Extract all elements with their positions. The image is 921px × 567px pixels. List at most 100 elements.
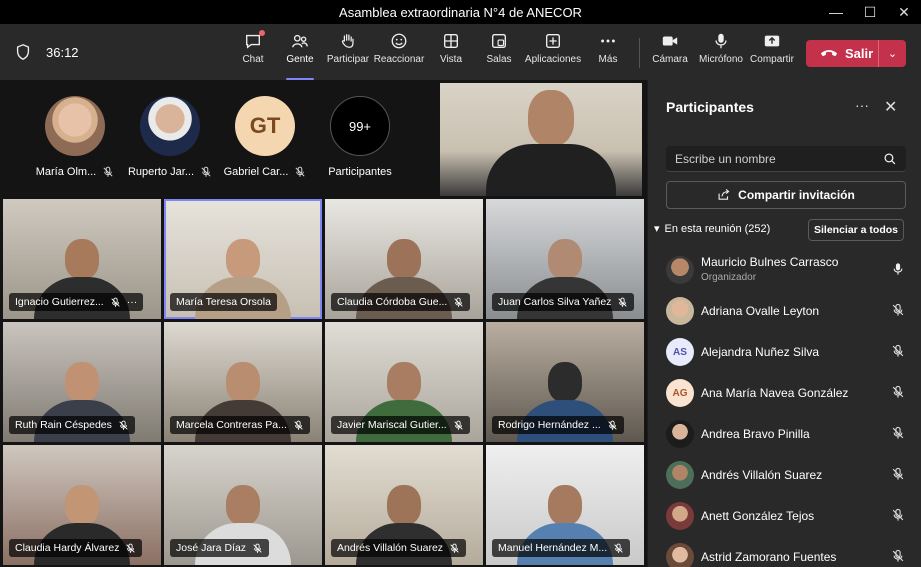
microphone-button[interactable]: Micrófono xyxy=(698,32,744,74)
grid-view-icon xyxy=(442,32,460,50)
leave-button[interactable]: Salir xyxy=(806,46,878,61)
panel-title: Participantes xyxy=(666,99,754,115)
share-invite-button[interactable]: Compartir invitación xyxy=(666,181,906,209)
camera-icon xyxy=(661,32,679,50)
avatar-initials: AS xyxy=(666,338,694,366)
tile-more-icon[interactable]: ··· xyxy=(127,296,138,308)
leave-label: Salir xyxy=(845,46,874,61)
hang-up-icon xyxy=(820,48,838,59)
raise-hand-icon xyxy=(339,32,357,50)
participant-row[interactable]: Andrés Villalón Suarez xyxy=(648,455,921,495)
participant-row[interactable]: Anett González Tejos xyxy=(648,496,921,536)
mic-off-icon xyxy=(613,543,624,554)
mic-off-icon[interactable] xyxy=(891,303,905,317)
apps-button[interactable]: Aplicaciones xyxy=(525,32,581,74)
avatar-row: María Olm... Ruperto Jar... GT Gabriel C… xyxy=(0,80,438,196)
meeting-toolbar: 36:12 Chat Gente Participar Reaccionar V… xyxy=(0,24,921,80)
avatar xyxy=(666,502,694,530)
search-icon[interactable] xyxy=(883,152,897,166)
avatar xyxy=(666,256,694,284)
camera-button[interactable]: Cámara xyxy=(652,32,688,74)
video-tile[interactable]: José Jara Díaz xyxy=(164,445,322,565)
title-bar: Asamblea extraordinaria N°4 de ANECOR — … xyxy=(0,0,921,24)
avatar xyxy=(666,543,694,567)
participant-avatar[interactable]: Ruperto Jar... xyxy=(125,96,215,178)
video-tile[interactable]: Juan Carlos Silva Yañez xyxy=(486,199,644,319)
share-screen-button[interactable]: Compartir xyxy=(750,32,794,74)
react-button[interactable]: Reaccionar xyxy=(374,32,424,74)
mic-on-icon[interactable] xyxy=(891,262,905,276)
minimize-button[interactable]: — xyxy=(819,0,853,24)
chat-icon xyxy=(244,30,265,50)
meeting-stage: María Olm... Ruperto Jar... GT Gabriel C… xyxy=(0,80,647,567)
avatar xyxy=(45,96,105,156)
mic-off-icon[interactable] xyxy=(891,549,905,563)
video-tile[interactable]: Ignacio Gutierrez... ··· xyxy=(3,199,161,319)
caret-down-icon: ▾ xyxy=(654,223,660,235)
panel-more-icon[interactable]: ··· xyxy=(855,97,869,113)
mute-all-button[interactable]: Silenciar a todos xyxy=(808,219,904,241)
avatar xyxy=(666,461,694,489)
panel-close-icon[interactable]: ✕ xyxy=(884,97,897,117)
raise-hand-button[interactable]: Participar xyxy=(327,32,369,74)
mic-off-icon xyxy=(449,543,460,554)
breakout-rooms-button[interactable]: Salas xyxy=(486,32,512,74)
view-button[interactable]: Vista xyxy=(437,32,465,74)
participant-avatar[interactable]: GT Gabriel Car... xyxy=(220,96,310,178)
mic-off-icon[interactable] xyxy=(891,344,905,358)
video-tile[interactable]: Manuel Hernández M... xyxy=(486,445,644,565)
mic-off-icon xyxy=(607,420,618,431)
window-controls: — ☐ ✕ xyxy=(819,0,921,24)
video-tile[interactable]: María Teresa Orsola xyxy=(164,199,322,319)
participant-row[interactable]: Mauricio Bulnes Carrasco Organizador xyxy=(648,250,921,290)
video-tile[interactable]: Javier Mariscal Gutier... xyxy=(325,322,483,442)
participant-count: 99+ xyxy=(330,96,390,156)
window-title: Asamblea extraordinaria N°4 de ANECOR xyxy=(339,4,582,20)
leave-options-chevron-icon[interactable]: ⌄ xyxy=(879,47,906,60)
avatar-initials: GT xyxy=(235,96,295,156)
mic-off-icon xyxy=(102,166,114,178)
featured-video[interactable] xyxy=(440,83,642,196)
participant-row[interactable]: Andrea Bravo Pinilla xyxy=(648,414,921,454)
breakout-rooms-icon xyxy=(490,32,508,50)
share-screen-icon xyxy=(763,32,781,50)
microphone-icon xyxy=(712,32,730,50)
shield-icon xyxy=(14,43,32,61)
search-input[interactable] xyxy=(675,151,883,166)
video-tile[interactable]: Andrés Villalón Suarez xyxy=(325,445,483,565)
avatar-initials: AG xyxy=(666,379,694,407)
participant-avatar[interactable]: María Olm... xyxy=(30,96,120,178)
people-button[interactable]: Gente xyxy=(282,32,318,80)
mic-off-icon xyxy=(294,166,306,178)
video-tile[interactable]: Claudia Hardy Álvarez xyxy=(3,445,161,565)
more-participants-button[interactable]: 99+ Participantes xyxy=(315,96,405,178)
mic-off-icon[interactable] xyxy=(891,426,905,440)
people-icon xyxy=(291,32,309,50)
video-tile[interactable]: Rodrigo Hernández ... xyxy=(486,322,644,442)
video-tile[interactable]: Ruth Rain Céspedes xyxy=(3,322,161,442)
participant-search xyxy=(666,146,906,172)
close-window-button[interactable]: ✕ xyxy=(887,0,921,24)
mic-off-icon[interactable] xyxy=(891,385,905,399)
in-meeting-section-toggle[interactable]: ▾ En esta reunión (252) xyxy=(654,222,770,236)
mic-off-icon[interactable] xyxy=(891,467,905,481)
more-actions-button[interactable]: Más xyxy=(596,32,620,74)
share-icon xyxy=(717,188,731,202)
participant-row[interactable]: AG Ana María Navea González xyxy=(648,373,921,413)
video-tile[interactable]: Marcela Contreras Pa... xyxy=(164,322,322,442)
toolbar-divider xyxy=(639,38,640,68)
chat-button[interactable]: Chat xyxy=(238,30,268,74)
avatar xyxy=(666,297,694,325)
participant-row[interactable]: Adriana Ovalle Leyton xyxy=(648,291,921,331)
mic-off-icon[interactable] xyxy=(891,508,905,522)
mic-off-icon xyxy=(453,297,464,308)
video-tile[interactable]: Claudia Córdoba Gue... xyxy=(325,199,483,319)
participant-row[interactable]: Astrid Zamorano Fuentes xyxy=(648,537,921,567)
mic-off-icon xyxy=(293,420,304,431)
meeting-info: 36:12 xyxy=(14,24,79,80)
mic-off-icon xyxy=(200,166,212,178)
meeting-timer: 36:12 xyxy=(46,44,79,60)
maximize-button[interactable]: ☐ xyxy=(853,0,887,24)
participant-row[interactable]: AS Alejandra Nuñez Silva xyxy=(648,332,921,372)
more-icon xyxy=(599,32,617,50)
